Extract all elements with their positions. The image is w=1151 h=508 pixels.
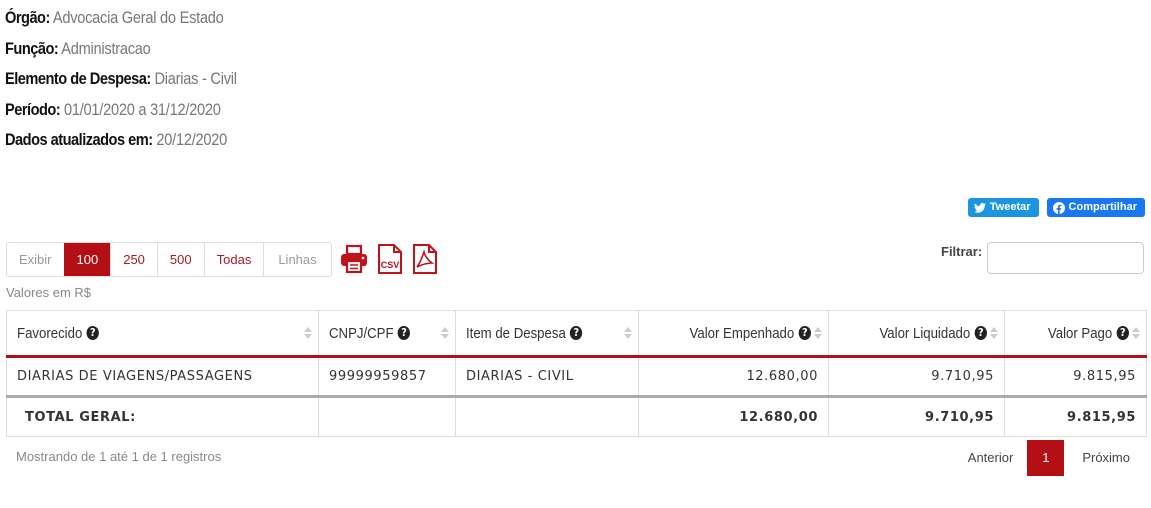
funcao-line: Função: Administracao xyxy=(5,38,151,58)
page-size-500[interactable]: 500 xyxy=(156,243,204,276)
total-pago: 9.815,95 xyxy=(1004,395,1147,437)
share-button[interactable]: Compartilhar xyxy=(1046,198,1145,217)
facebook-icon xyxy=(1052,201,1065,214)
cell-valor-empenhado: 12.680,00 xyxy=(638,356,829,397)
csv-label: CSV xyxy=(381,260,400,270)
cell-cnpj-cpf: 99999959857 xyxy=(318,356,456,397)
sort-icon xyxy=(990,327,998,339)
next-page-button[interactable]: Próximo xyxy=(1064,440,1145,476)
export-buttons: CSV xyxy=(340,244,438,274)
table-row: DIARIAS DE VIAGENS/PASSAGENS 99999959857… xyxy=(6,356,1147,397)
total-empty-item xyxy=(455,395,639,437)
sort-icon xyxy=(624,327,632,339)
sort-icon xyxy=(441,327,449,339)
csv-icon[interactable]: CSV xyxy=(377,244,403,274)
rows-label: Linhas xyxy=(263,243,330,276)
filter-label: Filtrar: xyxy=(941,244,983,259)
social-buttons: Tweetar Compartilhar xyxy=(967,198,1145,217)
cell-valor-pago: 9.815,95 xyxy=(1004,356,1147,397)
tweet-button[interactable]: Tweetar xyxy=(967,198,1039,217)
total-empenhado: 12.680,00 xyxy=(638,395,829,437)
page-size-all[interactable]: Todas xyxy=(203,243,264,276)
page-1-button[interactable]: 1 xyxy=(1027,440,1065,476)
orgao-line: Órgão: Advocacia Geral do Estado xyxy=(5,8,224,27)
show-label: Exibir xyxy=(19,252,52,267)
help-icon: ? xyxy=(798,326,811,340)
cell-favorecido: DIARIAS DE VIAGENS/PASSAGENS xyxy=(6,356,319,397)
help-icon: ? xyxy=(974,326,987,340)
dados-atualizados-line: Dados atualizados em: 20/12/2020 xyxy=(5,130,228,149)
help-icon: ? xyxy=(86,326,100,340)
report-filters: Órgão: Advocacia Geral do Estado Função:… xyxy=(5,5,274,158)
expenses-table: Favorecido? CNPJ/CPF? Item de Despesa? V… xyxy=(6,310,1147,437)
pdf-icon[interactable] xyxy=(412,244,438,274)
periodo-line: Período: 01/01/2020 a 31/12/2020 xyxy=(5,99,221,119)
twitter-icon xyxy=(973,202,986,213)
page-size-selector: Exibir 100 250 500 Todas Linhas xyxy=(6,242,332,277)
help-icon: ? xyxy=(1116,326,1129,340)
pagination: Anterior 1 Próximo xyxy=(954,440,1145,476)
currency-note: Valores em R$ xyxy=(6,285,92,300)
col-item-despesa[interactable]: Item de Despesa? xyxy=(455,310,639,358)
col-favorecido[interactable]: Favorecido? xyxy=(6,310,319,358)
cell-item-despesa: DIARIAS - CIVIL xyxy=(455,356,639,397)
sort-icon xyxy=(814,327,822,339)
col-cnpj-cpf[interactable]: CNPJ/CPF? xyxy=(318,310,456,358)
filter-input[interactable] xyxy=(987,242,1144,274)
page-size-250[interactable]: 250 xyxy=(110,243,157,276)
sort-icon xyxy=(1132,327,1140,339)
prev-page-button[interactable]: Anterior xyxy=(954,440,1028,476)
col-valor-liquidado[interactable]: Valor Liquidado? xyxy=(828,310,1005,358)
help-icon: ? xyxy=(570,326,583,340)
col-valor-empenhado[interactable]: Valor Empenhado? xyxy=(638,310,829,358)
sort-icon xyxy=(304,327,312,339)
elemento-despesa-line: Elemento de Despesa: Diarias - Civil xyxy=(5,69,237,88)
total-liquidado: 9.710,95 xyxy=(828,395,1005,437)
total-empty-cnpj xyxy=(318,395,456,437)
tweet-label: Tweetar xyxy=(989,201,1031,213)
col-valor-pago[interactable]: Valor Pago? xyxy=(1004,310,1147,358)
records-info: Mostrando de 1 até 1 de 1 registros xyxy=(16,449,222,464)
help-icon: ? xyxy=(397,326,411,340)
page-size-100[interactable]: 100 xyxy=(63,243,111,276)
total-row: TOTAL GERAL: 12.680,00 9.710,95 9.815,95 xyxy=(6,395,1147,437)
share-label: Compartilhar xyxy=(1068,201,1137,213)
print-icon[interactable] xyxy=(340,244,368,274)
cell-valor-liquidado: 9.710,95 xyxy=(828,356,1005,397)
total-label: TOTAL GERAL: xyxy=(6,395,319,437)
